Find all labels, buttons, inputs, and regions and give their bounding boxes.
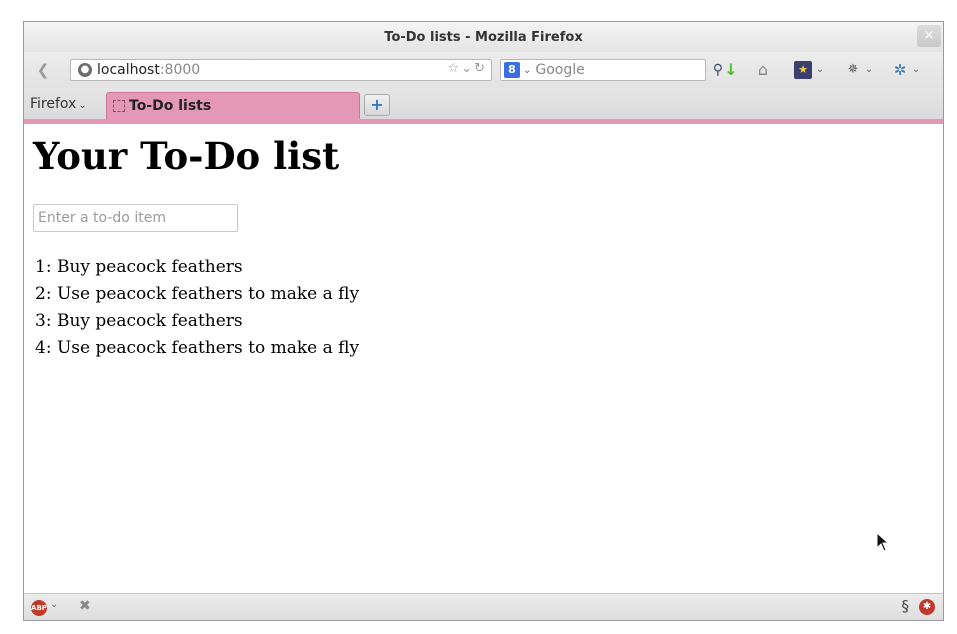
status-bar: ABP ⌄ ✖ § ✱ — [24, 593, 943, 620]
sync-icon[interactable]: ✲ — [890, 59, 910, 81]
list-item: 1: Buy peacock feathers — [35, 257, 243, 277]
chevron-down-icon[interactable]: ⌄ — [815, 59, 825, 81]
chevron-down-icon[interactable]: ⌄ — [911, 59, 921, 81]
page-title: Your To-Do list — [33, 134, 340, 178]
window-close-button[interactable]: × — [917, 25, 941, 47]
new-item-input[interactable] — [33, 204, 238, 232]
search-engine-label: Google — [535, 62, 585, 78]
addon-icon[interactable]: ✱ — [919, 599, 935, 615]
new-tab-button[interactable]: + — [364, 94, 390, 116]
window-title: To-Do lists - Mozilla Firefox — [384, 29, 583, 45]
tab-bar: Firefox ⌄ To-Do lists + — [24, 88, 943, 119]
tab-todo-lists[interactable]: To-Do lists — [106, 92, 360, 119]
extension-icon[interactable]: ✵ — [844, 59, 862, 81]
chevron-down-icon[interactable]: ⌄ — [50, 599, 58, 610]
chevron-down-icon[interactable]: ⌄ — [864, 59, 874, 81]
search-bar[interactable]: 8 ⌄ Google ⚲ — [500, 59, 723, 81]
url-host: localhost — [97, 62, 160, 78]
adblock-icon[interactable]: ABP — [31, 600, 47, 616]
title-bar: To-Do lists - Mozilla Firefox × — [24, 22, 943, 52]
close-icon[interactable]: ✖ — [79, 598, 91, 614]
list-item: 4: Use peacock feathers to make a fly — [35, 338, 360, 358]
back-icon[interactable]: ❮ — [30, 59, 56, 81]
url-port: :8000 — [159, 62, 201, 78]
sync-icon[interactable]: § — [902, 597, 910, 615]
todo-list: 1: Buy peacock feathers 2: Use peacock f… — [35, 254, 359, 362]
bookmark-star-icon[interactable]: ☆⌄↻ — [448, 61, 487, 76]
download-icon[interactable]: ↓ — [721, 59, 741, 81]
list-item: 2: Use peacock feathers to make a fly — [35, 284, 360, 304]
browser-window: To-Do lists - Mozilla Firefox × ❮ ● loca… — [23, 21, 944, 621]
url-bar[interactable]: ● localhost:8000 ☆⌄↻ — [70, 59, 492, 81]
firefox-menu-button[interactable]: Firefox ⌄ — [30, 94, 87, 114]
home-icon[interactable]: ⌂ — [753, 59, 773, 81]
favicon-icon — [113, 100, 125, 112]
chevron-down-icon[interactable]: ⌄ — [523, 65, 531, 76]
firefox-menu-label: Firefox — [30, 96, 77, 112]
page-content: Your To-Do list 1: Buy peacock feathers … — [24, 124, 943, 593]
globe-icon: ● — [78, 63, 92, 77]
bookmarks-icon[interactable]: ★ — [794, 61, 812, 79]
list-item: 3: Buy peacock feathers — [35, 311, 243, 331]
chevron-down-icon: ⌄ — [78, 100, 87, 111]
google-icon[interactable]: 8 — [504, 62, 520, 78]
tab-label: To-Do lists — [129, 98, 212, 114]
navigation-toolbar: ❮ ● localhost:8000 ☆⌄↻ 8 ⌄ Google ⚲ ↓ ⌂ … — [24, 52, 943, 88]
